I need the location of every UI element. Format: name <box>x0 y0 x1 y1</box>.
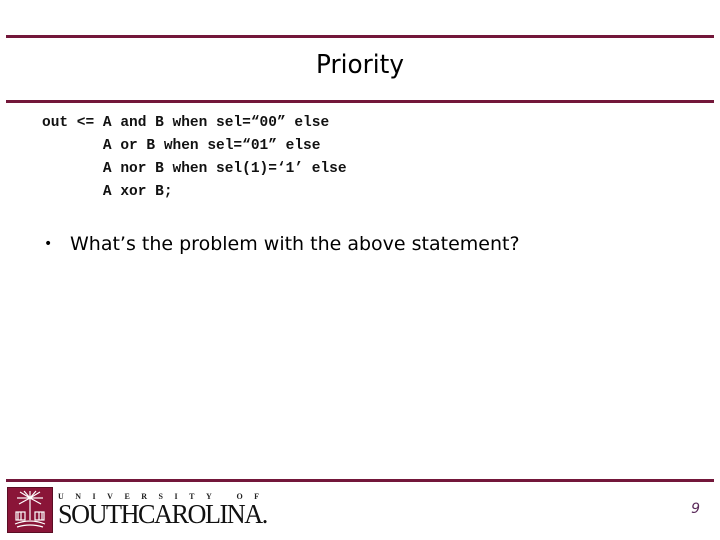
code-line: A xor B; <box>42 184 173 200</box>
code-line: A nor B when sel(1)=‘1’ else <box>42 161 347 177</box>
footer-rule <box>6 479 714 482</box>
code-line: out <= A and B when sel=“00” else <box>42 115 330 131</box>
wordmark-bottom: SOUTHCAROLINA. <box>58 499 268 529</box>
page-number: 9 <box>691 501 700 517</box>
code-block: out <= A and B when sel=“00” else A or B… <box>42 112 347 204</box>
palmetto-tree-icon <box>7 487 53 533</box>
bullet-icon: • <box>44 236 53 252</box>
top-rule <box>6 35 714 38</box>
title-rule <box>6 100 714 103</box>
bullet-item: • What’s the problem with the above state… <box>44 233 520 255</box>
university-wordmark: UNIVERSITY OF SOUTHCAROLINA. <box>58 492 273 530</box>
bullet-text: What’s the problem with the above statem… <box>70 233 520 255</box>
slide-title: Priority <box>316 50 404 80</box>
code-line: A or B when sel=“01” else <box>42 138 321 154</box>
